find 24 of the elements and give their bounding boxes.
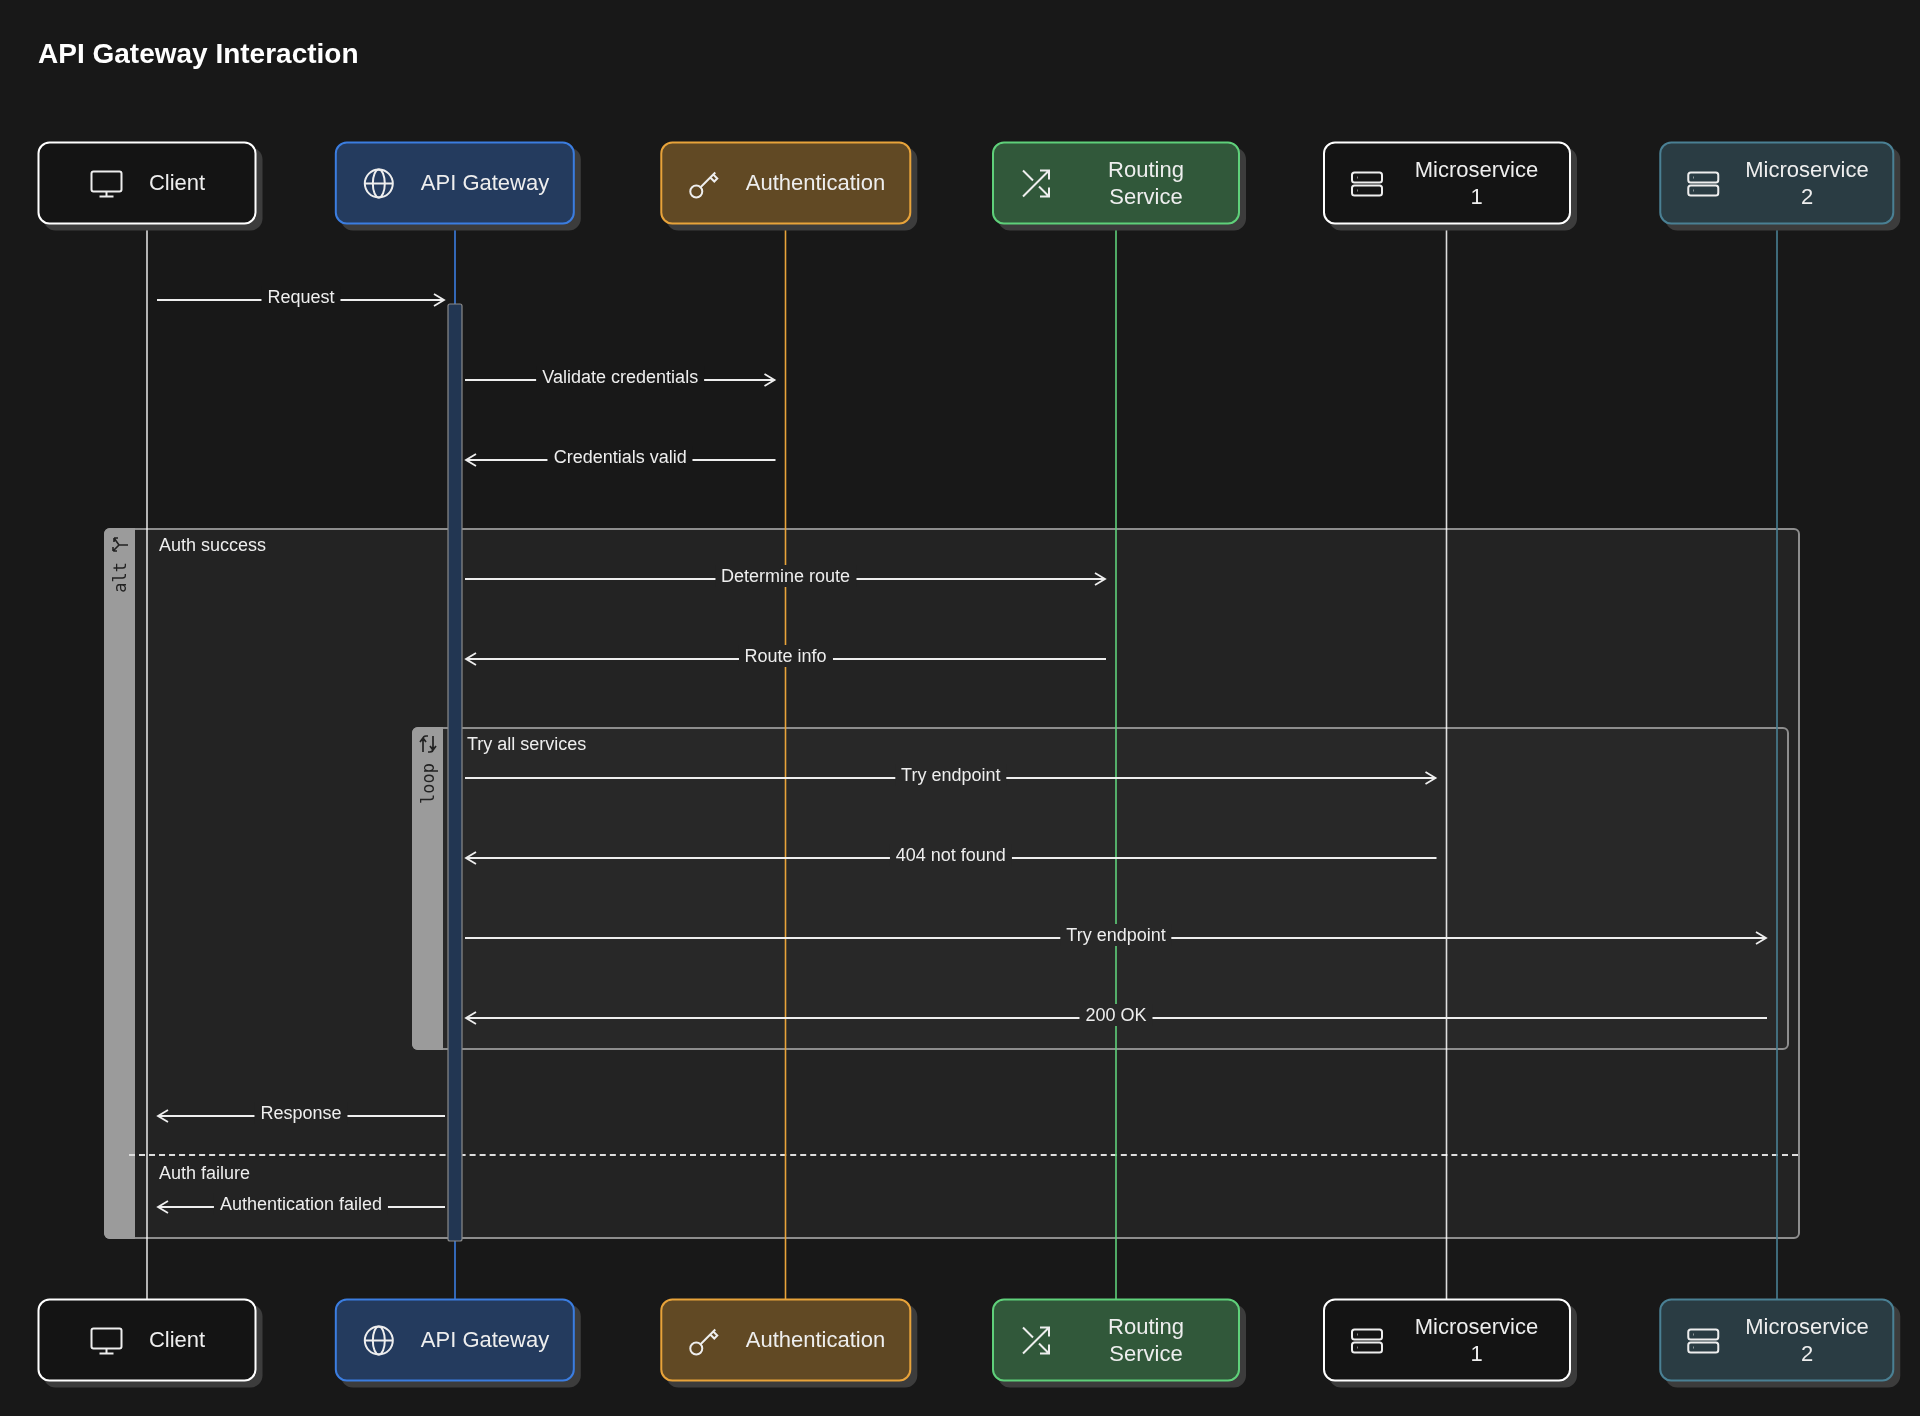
participant-label: Client [148,1326,206,1354]
participant-label: Microservice 1 [1413,1313,1540,1367]
participant-label: Authentication [745,1326,886,1354]
message-label: 200 OK [1079,1004,1153,1026]
message-label: Try endpoint [1060,924,1172,946]
participant-label: API Gateway [420,1326,550,1354]
participant-label: Microservice 2 [1745,1313,1869,1367]
branch-icon [109,534,130,554]
fragment-operator: alt [109,562,130,593]
loop-icon [416,733,439,755]
section-label: Auth failure [159,1162,251,1184]
message-label: Determine route [714,565,857,587]
participant-label: Routing Service [1107,1313,1185,1367]
participant-label: Routing Service [1107,156,1185,210]
participant-label: Authentication [745,169,886,197]
participant-label: Microservice 1 [1413,156,1540,210]
participant-label: Microservice 2 [1745,156,1869,210]
section-label: Auth success [159,534,267,556]
participant-label: Client [148,169,206,197]
participant-label: API Gateway [420,169,550,197]
section-label: Try all services [467,733,587,755]
message-label: Route info [738,645,833,667]
diagram-title: API Gateway Interaction [38,38,359,70]
fragment-operator: loop [417,763,438,804]
